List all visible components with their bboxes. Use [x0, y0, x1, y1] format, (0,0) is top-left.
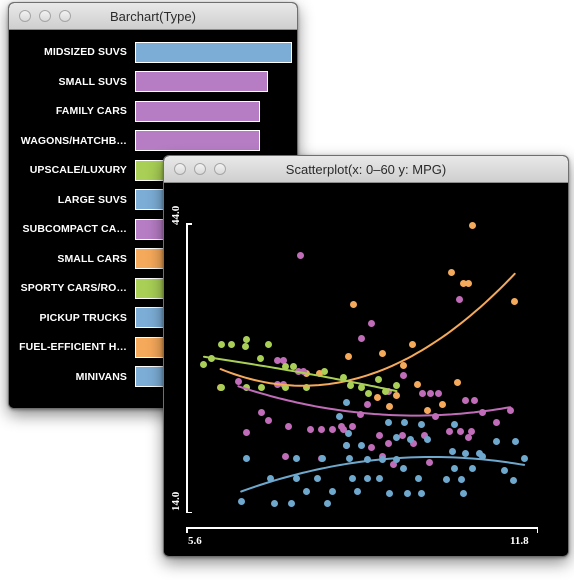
scatter-plot-area: 44.0 14.0 5.6 11.8 [164, 183, 568, 555]
bar-label: WAGONS/HATCHB… [20, 134, 127, 147]
bar-label: UPSCALE/LUXURY [29, 164, 127, 176]
close-button-icon[interactable] [174, 163, 186, 175]
bar-label: MIDSIZED SUVS [44, 46, 127, 58]
zoom-button-icon[interactable] [214, 163, 226, 175]
close-button-icon[interactable] [19, 10, 31, 22]
bar-label: FUEL-EFFICIENT H… [19, 341, 127, 353]
bar-label: FAMILY CARS [55, 105, 127, 117]
bar-label: SMALL SUVS [58, 75, 127, 88]
trend-line-orange [219, 272, 516, 387]
minimize-button-icon[interactable] [194, 163, 206, 175]
bar[interactable] [135, 130, 260, 151]
bar-row[interactable]: SMALL SUVS [9, 70, 297, 94]
bar[interactable] [135, 100, 260, 122]
scatterplot-titlebar[interactable]: Scatterplot(x: 0–60 y: MPG) [164, 156, 568, 183]
scatterplot-window[interactable]: Scatterplot(x: 0–60 y: MPG) 44.0 14.0 5.6 1… [163, 155, 569, 557]
bar[interactable] [135, 41, 292, 63]
bar-label: PICKUP TRUCKS [39, 311, 127, 324]
barchart-traffic-lights [9, 10, 71, 22]
scatterplot-plot-canvas: 44.0 14.0 5.6 11.8 [164, 183, 568, 555]
bar-label: LARGE SUVS [57, 193, 127, 206]
scatterplot-traffic-lights [164, 163, 226, 175]
bar-row[interactable]: FAMILY CARS [9, 99, 297, 123]
bar-label: MINIVANS [75, 370, 127, 383]
bar-row[interactable]: WAGONS/HATCHB… [9, 129, 297, 153]
trend-curves [203, 272, 526, 493]
zoom-button-icon[interactable] [59, 10, 71, 22]
bar-row[interactable]: MIDSIZED SUVS [9, 40, 297, 64]
trend-line-magenta [237, 385, 512, 417]
minimize-button-icon[interactable] [39, 10, 51, 22]
bar-label: SMALL CARS [57, 252, 127, 265]
bar[interactable] [135, 71, 268, 92]
trend-line-blue [240, 456, 526, 493]
barchart-titlebar[interactable]: Barchart(Type) [9, 3, 297, 30]
bar-label: SUBCOMPACT CA… [22, 223, 127, 235]
bar-label: SPORTY CARS/RO… [20, 282, 127, 294]
